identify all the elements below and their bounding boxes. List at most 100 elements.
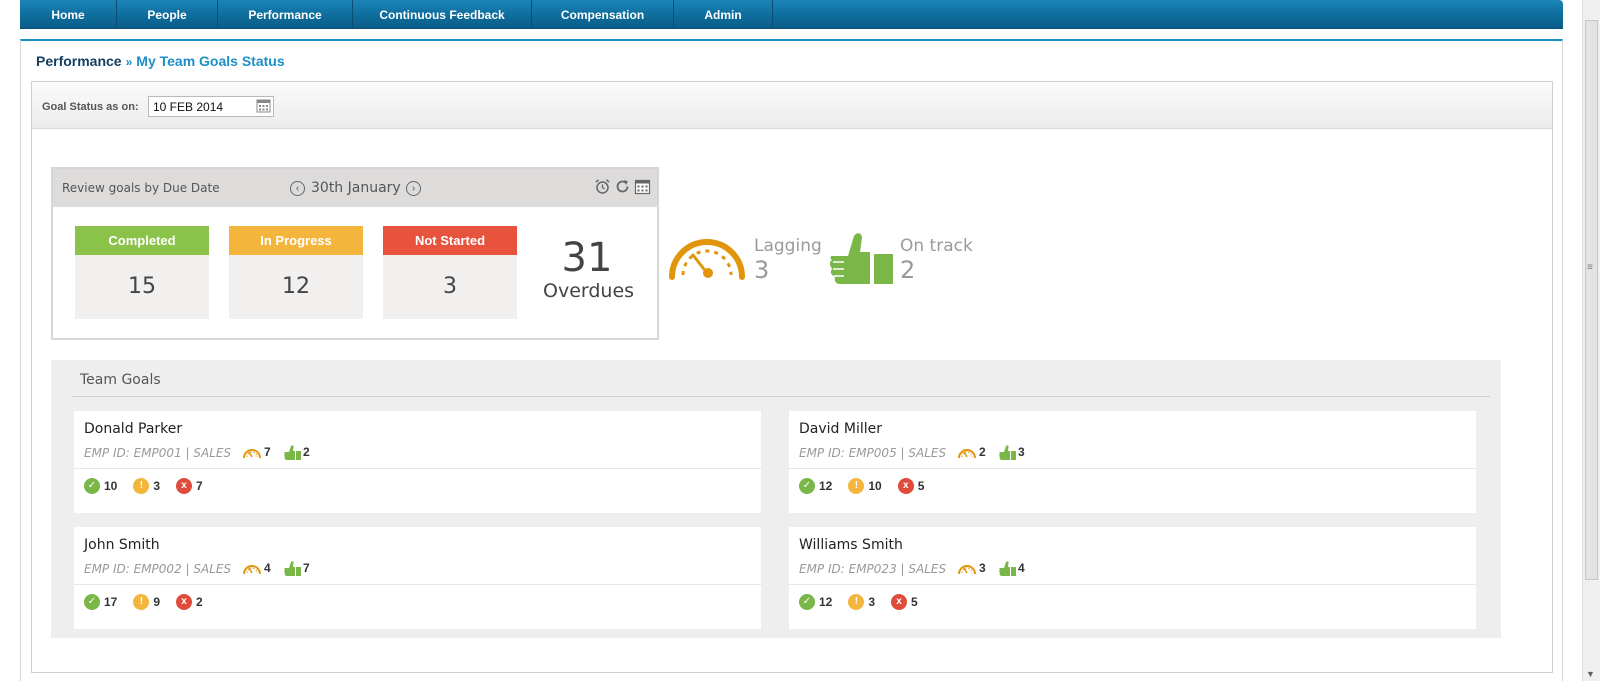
check-icon: ✓ <box>799 478 815 494</box>
employee-card-david-miller[interactable]: David Miller EMP ID: EMP005 | SALES 2 3 … <box>789 411 1476 513</box>
scrollbar-thumb[interactable] <box>1585 20 1598 580</box>
not-started-label: Not Started <box>383 226 517 255</box>
team-goals-panel: Team Goals Donald Parker EMP ID: EMP001 … <box>51 360 1501 638</box>
employee-meta: EMP ID: EMP002 | SALES <box>84 562 232 576</box>
employee-goal-stats: ✓ 10 ! 3 x7 <box>84 478 219 494</box>
in-progress-count: 12 <box>282 274 310 299</box>
top-navigation: Home People Performance Continuous Feedb… <box>20 0 1563 29</box>
employee-card-john-smith[interactable]: John Smith EMP ID: EMP002 | SALES 4 7 ✓ 1… <box>74 527 761 629</box>
employee-on-track: 4 <box>999 560 1025 576</box>
breadcrumb-root[interactable]: Performance <box>36 53 122 69</box>
cross-icon: x <box>176 594 193 610</box>
employee-divider <box>74 468 761 469</box>
employee-not-started: x5 <box>891 594 918 610</box>
employee-divider <box>789 468 1476 469</box>
calendar-view-icon[interactable] <box>634 178 651 195</box>
overdue-count: 31 <box>561 235 613 281</box>
not-started-count: 3 <box>443 274 457 299</box>
breadcrumb: Performance» My Team Goals Status <box>36 53 285 69</box>
next-date-icon[interactable]: › <box>406 181 421 196</box>
warning-icon: ! <box>848 594 865 610</box>
overdue-label: Overdues <box>543 280 635 302</box>
employee-in-progress: ! 3 <box>133 478 160 494</box>
employee-not-started: x5 <box>897 478 924 494</box>
lagging-gauge-icon <box>669 239 745 280</box>
scrollbar-grip-icon: ≡ <box>1587 262 1593 273</box>
employee-on-track: 3 <box>999 444 1025 460</box>
employee-in-progress: ! 10 <box>848 478 882 494</box>
nav-admin[interactable]: Admin <box>674 0 773 29</box>
employee-completed: ✓ 12 <box>799 478 832 494</box>
warning-icon: ! <box>133 594 150 610</box>
nav-performance[interactable]: Performance <box>218 0 353 29</box>
check-icon: ✓ <box>799 594 815 610</box>
review-goals-card: Review goals by Due Date ‹ 30th January … <box>51 167 659 340</box>
lagging-label: Lagging <box>754 236 822 256</box>
employee-in-progress: ! 3 <box>848 594 875 610</box>
nav-continuous-feedback[interactable]: Continuous Feedback <box>353 0 532 29</box>
alarm-clock-icon[interactable] <box>594 178 611 195</box>
employee-not-started: x2 <box>176 594 203 610</box>
employee-lagging: 2 <box>957 444 986 460</box>
employee-in-progress: ! 9 <box>133 594 160 610</box>
breadcrumb-current: My Team Goals Status <box>136 53 285 69</box>
employee-on-track: 2 <box>284 444 310 460</box>
calendar-icon[interactable] <box>256 98 271 113</box>
refresh-icon[interactable] <box>614 178 631 195</box>
thumbs-up-icon <box>830 233 893 284</box>
previous-date-icon[interactable]: ‹ <box>290 181 305 196</box>
employee-goal-stats: ✓ 12 ! 3 x5 <box>799 594 934 610</box>
warning-icon: ! <box>848 478 865 494</box>
in-progress-label: In Progress <box>229 226 363 255</box>
employee-not-started: x7 <box>176 478 203 494</box>
employee-card-donald-parker[interactable]: Donald Parker EMP ID: EMP001 | SALES 7 2… <box>74 411 761 513</box>
lagging-gauge-icon <box>243 448 261 458</box>
review-card-title: Review goals by Due Date <box>62 181 220 195</box>
employee-completed: ✓ 10 <box>84 478 117 494</box>
employee-lagging: 7 <box>242 444 271 460</box>
employee-divider <box>74 584 761 585</box>
employee-divider <box>789 584 1476 585</box>
employee-name[interactable]: David Miller <box>799 421 882 437</box>
on-track-label: On track <box>900 236 973 256</box>
in-progress-stat[interactable]: In Progress 12 <box>229 226 363 319</box>
employee-meta: EMP ID: EMP005 | SALES <box>799 446 947 460</box>
employee-goal-stats: ✓ 17 ! 9 x2 <box>84 594 219 610</box>
employee-completed: ✓ 12 <box>799 594 832 610</box>
employee-meta: EMP ID: EMP023 | SALES <box>799 562 947 576</box>
employee-lagging: 3 <box>957 560 986 576</box>
lagging-gauge-icon <box>958 564 976 574</box>
vertical-scrollbar[interactable]: ≡ ▼ <box>1582 0 1600 681</box>
filter-bar: Goal Status as on: <box>32 82 1552 129</box>
lagging-gauge-icon <box>958 448 976 458</box>
employee-on-track: 7 <box>284 560 310 576</box>
employee-name[interactable]: Williams Smith <box>799 537 903 553</box>
employee-goal-stats: ✓ 12 ! 10 x5 <box>799 478 940 494</box>
employee-completed: ✓ 17 <box>84 594 117 610</box>
completed-count: 15 <box>128 274 156 299</box>
check-icon: ✓ <box>84 478 100 494</box>
not-started-stat[interactable]: Not Started 3 <box>383 226 517 319</box>
completed-label: Completed <box>75 226 209 255</box>
completed-stat[interactable]: Completed 15 <box>75 226 209 319</box>
nav-people[interactable]: People <box>117 0 218 29</box>
team-goals-divider <box>72 396 1490 397</box>
employee-lagging: 4 <box>242 560 271 576</box>
thumbs-up-icon <box>999 560 1016 576</box>
cross-icon: x <box>176 478 193 494</box>
review-card-header: Review goals by Due Date ‹ 30th January … <box>53 169 657 207</box>
cross-icon: x <box>897 478 914 494</box>
on-track-count: 2 <box>900 256 916 284</box>
check-icon: ✓ <box>84 594 100 610</box>
employee-name[interactable]: Donald Parker <box>84 421 182 437</box>
employee-card-williams-smith[interactable]: Williams Smith EMP ID: EMP023 | SALES 3 … <box>789 527 1476 629</box>
nav-compensation[interactable]: Compensation <box>532 0 674 29</box>
nav-home[interactable]: Home <box>20 0 117 29</box>
warning-icon: ! <box>133 478 150 494</box>
breadcrumb-separator-icon: » <box>125 55 133 69</box>
thumbs-up-icon <box>284 444 301 460</box>
cross-icon: x <box>891 594 908 610</box>
scroll-down-icon[interactable]: ▼ <box>1586 669 1595 679</box>
lagging-count: 3 <box>754 256 770 284</box>
employee-name[interactable]: John Smith <box>84 537 160 553</box>
